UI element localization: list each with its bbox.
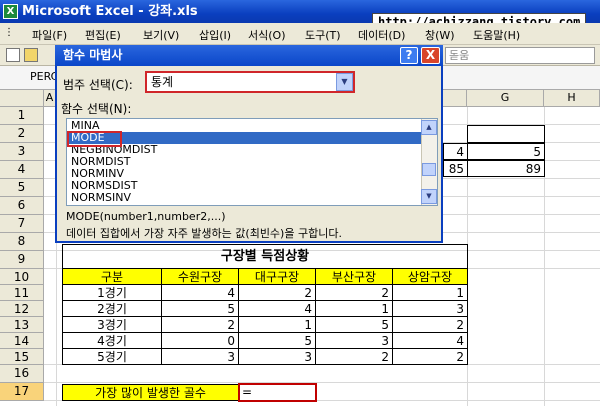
table-header-busan[interactable]: 부산구장 — [315, 268, 393, 285]
scroll-up-icon[interactable]: ▲ — [421, 120, 437, 135]
scroll-down-icon[interactable]: ▼ — [421, 189, 437, 204]
menu-format[interactable]: 서식(O) — [248, 27, 285, 43]
function-syntax: MODE(number1,number2,...) — [66, 210, 226, 223]
row-header-13[interactable]: 13 — [0, 317, 44, 333]
table-cell[interactable]: 4 — [161, 284, 239, 301]
table-title: 구장별 득점상황 — [62, 244, 468, 269]
row-header-1[interactable]: 1 — [0, 107, 44, 125]
column-header-f[interactable] — [443, 90, 467, 107]
row-header-12[interactable]: 12 — [0, 301, 44, 317]
row-header-14[interactable]: 14 — [0, 333, 44, 349]
menu-view[interactable]: 보기(V) — [143, 27, 179, 43]
table-cell[interactable]: 2 — [315, 348, 393, 365]
window-title: Microsoft Excel - 강좌.xls — [22, 4, 198, 19]
function-label: 함수 선택(N): — [61, 102, 132, 116]
table-cell[interactable]: 4 — [238, 300, 316, 317]
menu-insert[interactable]: 삽입(I) — [199, 27, 231, 43]
row-header-15[interactable]: 15 — [0, 349, 44, 365]
row-header-2[interactable]: 2 — [0, 125, 44, 143]
row-header-16[interactable]: 16 — [0, 365, 44, 383]
column-header-g[interactable]: G — [467, 90, 544, 107]
function-item[interactable]: NORMSINV — [69, 192, 421, 204]
chevron-down-icon[interactable]: ▼ — [336, 73, 353, 91]
formula-input-cell[interactable]: = — [238, 383, 317, 402]
row-header-9[interactable]: 9 — [0, 251, 44, 269]
question-label[interactable]: 가장 많이 발생한 골수 — [62, 384, 239, 401]
table-cell[interactable]: 5 — [315, 316, 393, 333]
table-cell[interactable]: 2 — [238, 284, 316, 301]
table-cell[interactable]: 5 — [238, 332, 316, 349]
table-cell[interactable]: 4경기 — [62, 332, 162, 349]
table-cell[interactable]: 3경기 — [62, 316, 162, 333]
cell-g3[interactable]: 5 — [467, 143, 545, 160]
table-cell[interactable]: 3 — [238, 348, 316, 365]
table-header-daegu[interactable]: 대구구장 — [238, 268, 316, 285]
dialog-title: 함수 마법사 — [55, 45, 443, 66]
table-cell[interactable]: 2 — [392, 316, 468, 333]
row-header-5[interactable]: 5 — [0, 179, 44, 197]
row-header-6[interactable]: 6 — [0, 197, 44, 215]
row-header-11[interactable]: 11 — [0, 285, 44, 301]
table-cell[interactable]: 1경기 — [62, 284, 162, 301]
row-header-3[interactable]: 3 — [0, 143, 44, 161]
row-header-17[interactable]: 17 — [0, 383, 44, 401]
table-cell[interactable]: 5 — [161, 300, 239, 317]
table-cell[interactable]: 1 — [315, 300, 393, 317]
close-button[interactable]: X — [421, 47, 440, 64]
cell-g4[interactable]: 89 — [467, 160, 545, 177]
menu-file[interactable]: 파일(F) — [32, 27, 67, 43]
cell-f4[interactable]: 85 — [443, 160, 468, 177]
column-header-h[interactable]: H — [544, 90, 600, 107]
table-header-suwon[interactable]: 수원구장 — [161, 268, 239, 285]
table-cell[interactable]: 3 — [392, 300, 468, 317]
table-cell[interactable]: 2 — [392, 348, 468, 365]
function-description: 데이터 집합에서 가장 자주 발생하는 값(최빈수)을 구합니다. — [66, 227, 342, 240]
table-header-category[interactable]: 구분 — [62, 268, 162, 285]
table-cell[interactable]: 1 — [238, 316, 316, 333]
table-cell[interactable]: 2경기 — [62, 300, 162, 317]
table-cell[interactable]: 1 — [392, 284, 468, 301]
row-header-4[interactable]: 4 — [0, 161, 44, 179]
menu-window[interactable]: 창(W) — [425, 27, 455, 43]
table-header-sangam[interactable]: 상암구장 — [392, 268, 468, 285]
scroll-thumb[interactable] — [422, 163, 436, 176]
category-select[interactable]: 통계 — [145, 71, 355, 93]
excel-logo-icon: X — [3, 4, 18, 19]
table-cell[interactable]: 4 — [392, 332, 468, 349]
font-name-box[interactable]: 돋움 — [445, 47, 595, 64]
table-cell[interactable]: 3 — [315, 332, 393, 349]
table-cell[interactable]: 0 — [161, 332, 239, 349]
menu-bar: ⋮ 파일(F) 편집(E) 보기(V) 삽입(I) 서식(O) 도구(T) 데이… — [0, 23, 600, 45]
row-header-7[interactable]: 7 — [0, 215, 44, 233]
selection-highlight — [67, 131, 122, 147]
grip-icon: ⋮ — [4, 27, 14, 38]
category-label: 범주 선택(C): — [63, 78, 133, 92]
cell-f3[interactable]: 4 — [443, 143, 468, 160]
help-button[interactable]: ? — [400, 47, 418, 64]
table-cell[interactable]: 5경기 — [62, 348, 162, 365]
table-cell[interactable]: 3 — [161, 348, 239, 365]
row-header-10[interactable]: 10 — [0, 269, 44, 285]
menu-help[interactable]: 도움말(H) — [473, 27, 520, 43]
open-folder-icon[interactable] — [24, 48, 38, 62]
table-cell[interactable]: 2 — [161, 316, 239, 333]
menu-edit[interactable]: 편집(E) — [85, 27, 121, 43]
menu-data[interactable]: 데이터(D) — [358, 27, 405, 43]
cell-g2[interactable] — [467, 125, 545, 143]
table-cell[interactable]: 2 — [315, 284, 393, 301]
new-document-icon[interactable] — [6, 48, 20, 62]
row-header-8[interactable]: 8 — [0, 233, 44, 251]
menu-tools[interactable]: 도구(T) — [305, 27, 341, 43]
select-all-corner[interactable] — [0, 90, 44, 107]
